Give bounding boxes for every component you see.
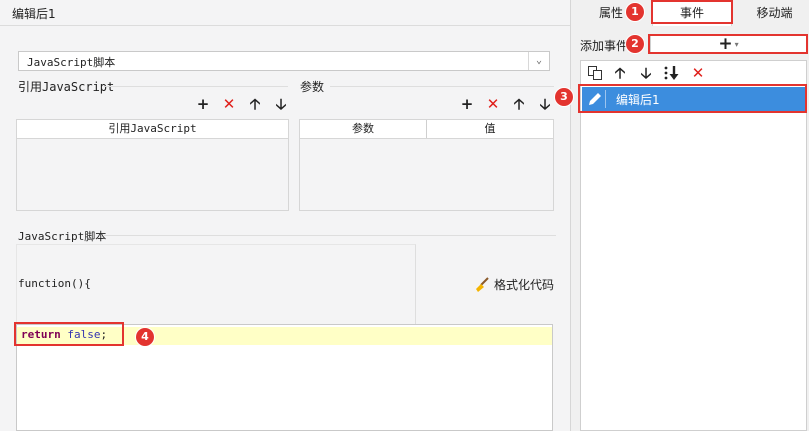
function-header: function(){ [18,277,91,290]
move-down-event-button[interactable]: 🡣 [637,64,655,82]
annotation-box-1 [651,0,733,24]
move-up-param-button[interactable]: 🡡 [510,95,528,113]
annotation-box-3 [578,84,807,113]
script-type-value: JavaScript脚本 [27,56,116,69]
annotation-badge-3: 3 [555,88,573,106]
event-list: 🡡 🡣 ✕ 编辑后1 [580,60,807,431]
ref-js-table[interactable]: 引用JavaScript [16,119,289,211]
divider [104,86,288,87]
move-down-param-button[interactable]: 🡣 [536,95,554,113]
delete-ref-button[interactable]: ✕ [220,95,238,113]
script-label: JavaScript脚本 [18,230,107,243]
annotation-box-2 [648,34,808,54]
panel-title: 编辑后1 [0,0,570,26]
param-toolbar: + ✕ 🡡 🡣 [458,95,554,113]
add-param-button[interactable]: + [458,95,476,113]
event-editor-panel: 编辑后1 JavaScript脚本 ⌄ 引用JavaScript + ✕ 🡡 🡣… [0,0,570,431]
copy-icon[interactable] [587,65,603,81]
move-down-ref-button[interactable]: 🡣 [272,95,290,113]
divider [330,86,554,87]
move-up-ref-button[interactable]: 🡡 [246,95,264,113]
chevron-down-icon[interactable]: ⌄ [528,52,549,70]
ref-js-toolbar: + ✕ 🡡 🡣 [194,95,290,113]
add-event-label: 添加事件 [580,39,629,53]
move-up-event-button[interactable]: 🡡 [611,64,629,82]
delete-event-button[interactable]: ✕ [689,64,707,82]
add-ref-button[interactable]: + [194,95,212,113]
annotation-badge-1: 1 [626,3,644,21]
param-table-header: 参数 值 [300,120,553,139]
param-table[interactable]: 参数 值 [299,119,554,211]
move-bottom-icon[interactable] [663,65,681,81]
delete-param-button[interactable]: ✕ [484,95,502,113]
ref-js-label: 引用JavaScript [18,80,115,94]
column-header: 引用JavaScript [108,122,197,135]
column-header: 值 [426,120,553,138]
script-type-select[interactable]: JavaScript脚本 ⌄ [18,51,550,71]
column-header: 参数 [352,122,374,135]
format-code-button[interactable]: 格式化代码 [474,276,554,293]
tab-mobile[interactable]: 移动端 [740,0,809,26]
format-code-label: 格式化代码 [494,278,555,292]
broom-icon [476,276,489,292]
annotation-badge-2: 2 [626,35,644,53]
param-label: 参数 [300,80,325,94]
ref-js-table-header: 引用JavaScript [17,120,288,139]
annotation-badge-4: 4 [136,328,154,346]
event-toolbar: 🡡 🡣 ✕ [581,61,806,86]
annotation-box-4 [14,322,124,346]
divider [104,235,556,236]
